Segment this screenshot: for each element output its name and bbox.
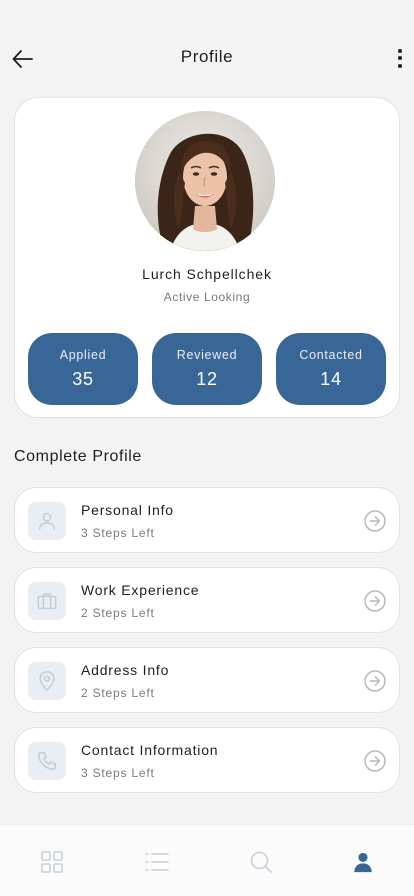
section-title: Complete Profile [14,448,142,465]
page-title: Profile [180,47,234,66]
list-item-title: Personal Info [81,502,174,518]
list-item-personal-info[interactable]: Personal Info 3 Steps Left [14,487,400,553]
bottom-nav [0,824,414,896]
nav-item-search[interactable] [248,849,274,875]
stat-applied[interactable]: Applied 35 [28,333,138,405]
list-item-title: Work Experience [81,582,200,598]
stat-contacted[interactable]: Contacted 14 [276,333,386,405]
more-vertical-icon [398,48,402,53]
list-item-contact-information[interactable]: Contact Information 3 Steps Left [14,727,400,793]
list-item-subtitle: 2 Steps Left [81,686,155,700]
avatar-photo [135,111,275,251]
arrow-right-circle-icon[interactable] [363,669,387,693]
nav-item-profile[interactable] [350,849,376,875]
list-icon [145,853,169,871]
list-item-address-info[interactable]: Address Info 2 Steps Left [14,647,400,713]
briefcase-icon [37,593,57,610]
list-item-title: Contact Information [81,742,219,758]
list-item-work-experience[interactable]: Work Experience 2 Steps Left [14,567,400,633]
search-icon [250,851,272,873]
stat-value: 35 [72,369,94,389]
list-item-title: Address Info [81,662,170,678]
user-name: Lurch Schpellchek [142,266,272,282]
phone-icon [38,752,56,770]
more-options-button[interactable] [392,44,408,72]
stat-label: Contacted [299,348,363,362]
arrow-right-circle-icon[interactable] [363,749,387,773]
avatar[interactable] [135,111,275,251]
nav-item-list[interactable] [144,849,170,875]
profile-icon [354,852,372,873]
arrow-right-circle-icon[interactable] [363,509,387,533]
grid-icon [41,851,63,873]
stat-value: 12 [196,369,218,389]
stats-row: Applied 35 Reviewed 12 Contacted 14 [28,333,386,405]
stat-reviewed[interactable]: Reviewed 12 [152,333,262,405]
list-item-subtitle: 2 Steps Left [81,606,155,620]
user-status: Active Looking [163,290,251,304]
list-item-subtitle: 3 Steps Left [81,526,155,540]
stat-label: Applied [59,348,107,362]
stat-label: Reviewed [176,348,238,362]
map-pin-icon [39,671,55,692]
nav-item-grid[interactable] [39,849,65,875]
profile-card: Lurch Schpellchek Active Looking Applied… [14,97,400,418]
list-item-subtitle: 3 Steps Left [81,766,155,780]
stat-value: 14 [320,369,342,389]
user-icon [38,512,56,530]
arrow-right-circle-icon[interactable] [363,589,387,613]
